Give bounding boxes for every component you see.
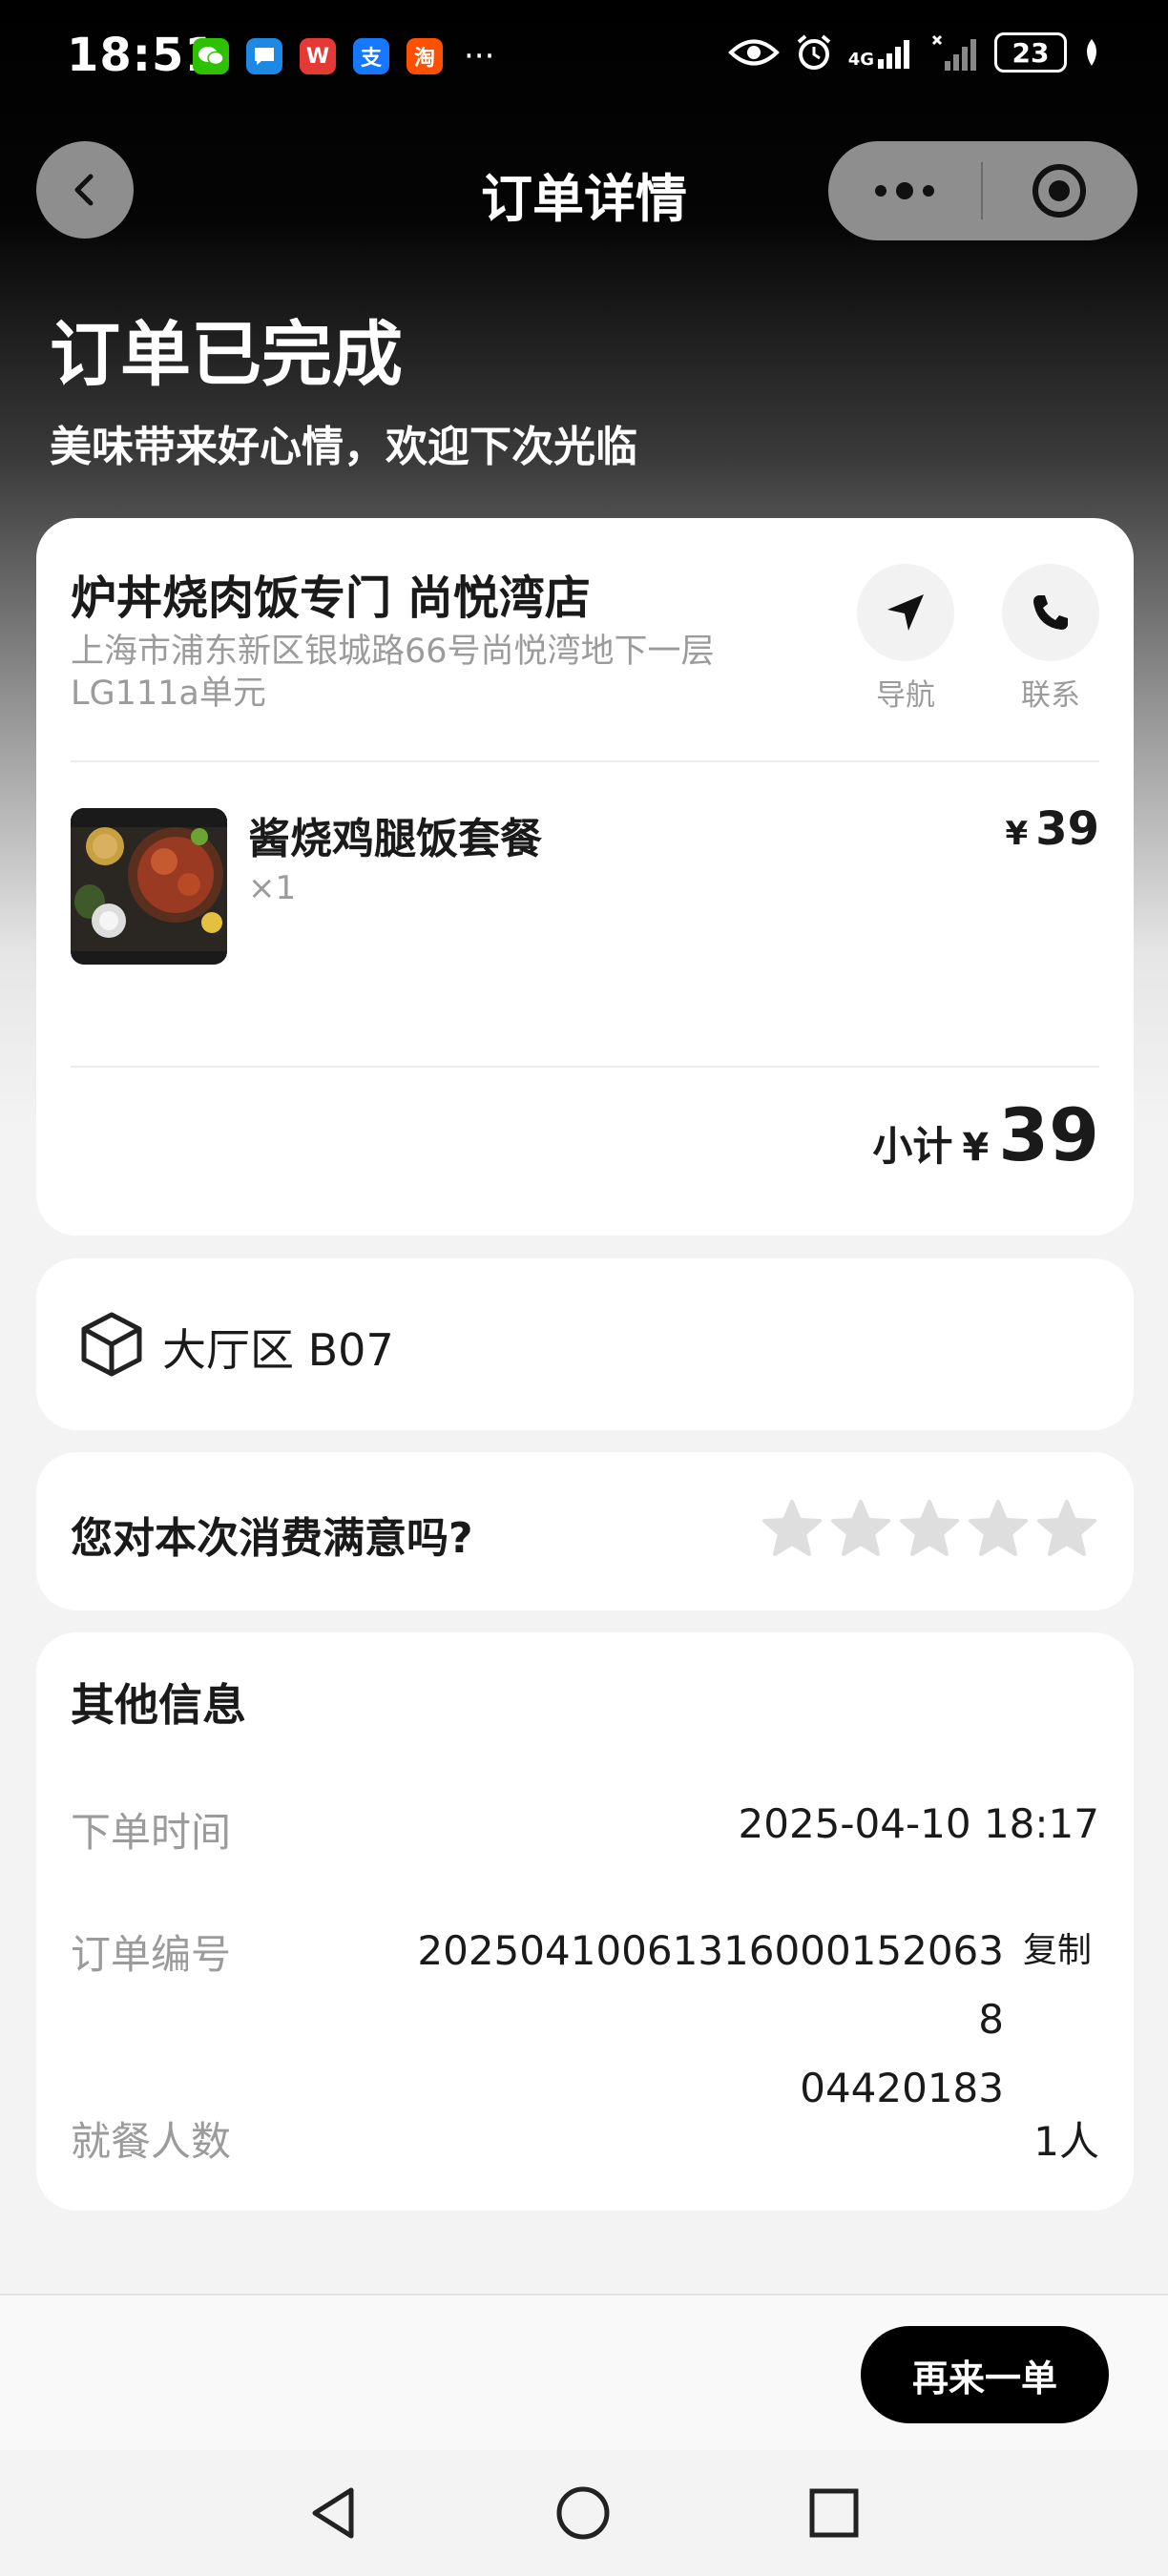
home-circle-icon[interactable] (554, 2484, 612, 2542)
item-quantity: ×1 (248, 869, 297, 907)
item-price-value: 39 (1035, 802, 1099, 856)
order-status-title: 订单已完成 (50, 314, 403, 396)
messages-icon (246, 38, 282, 74)
wechat-icon (193, 38, 229, 74)
order-status-subtitle: 美味带来好心情，欢迎下次光临 (50, 423, 637, 471)
contact-label: 联系 (1021, 678, 1080, 713)
star-icon[interactable] (761, 1498, 823, 1559)
alipay-icon: 支 (353, 38, 389, 74)
item-price-currency: ¥ (1005, 815, 1029, 853)
mini-program-capsule (828, 141, 1137, 240)
order-number-value: 202504100613160001520638 04420183 (417, 1927, 1004, 2111)
order-time-value: 2025-04-10 18:17 (738, 1800, 1099, 1847)
wps-icon: W (300, 38, 336, 74)
order-time-label: 下单时间 (71, 1809, 232, 1856)
recents-square-icon[interactable] (805, 2484, 863, 2542)
diners-value: 1人 (1033, 2118, 1099, 2165)
leaf-icon (1087, 39, 1096, 66)
subtotal-value: 39 (998, 1092, 1099, 1177)
contact-circle (1002, 564, 1099, 661)
subtotal: 小计 ¥ 39 (872, 1092, 1099, 1177)
food-thumbnail (71, 808, 227, 965)
store-name: 炉丼烧肉饭专门 尚悦湾店 (71, 571, 591, 625)
subtotal-label: 小计 (872, 1123, 953, 1170)
item-name: 酱烧鸡腿饭套餐 (248, 815, 542, 863)
other-info-card: 其他信息 下单时间 2025-04-10 18:17 订单编号 20250410… (36, 1632, 1134, 2211)
more-button[interactable] (828, 141, 981, 240)
system-navigation-bar (0, 2450, 1168, 2576)
navigate-button[interactable]: 导航 (857, 564, 954, 714)
order-number-label: 订单编号 (71, 1931, 232, 1978)
star-icon[interactable] (899, 1498, 960, 1559)
network-type: 4G (847, 50, 874, 70)
system-icons: 4G 23 (727, 32, 1101, 73)
close-mini-program-button[interactable] (983, 141, 1136, 240)
bottom-action-bar: 再来一单 (0, 2294, 1168, 2450)
store-address: 上海市浦东新区银城路66号尚悦湾地下一层LG111a单元 (71, 633, 715, 713)
navigate-circle (857, 564, 954, 661)
rating-stars (761, 1498, 1097, 1559)
copy-order-number-button[interactable]: 复制 (1023, 1922, 1092, 1972)
star-icon[interactable] (830, 1498, 891, 1559)
reorder-button[interactable]: 再来一单 (861, 2326, 1109, 2423)
contact-button[interactable]: 联系 (1002, 564, 1099, 714)
notification-icons: W 支 淘 ··· (193, 38, 494, 74)
rating-question: 您对本次消费满意吗? (71, 1514, 473, 1563)
target-icon (1032, 164, 1086, 218)
other-info-title: 其他信息 (71, 1679, 246, 1731)
box-icon (81, 1312, 142, 1377)
eye-icon (727, 39, 780, 66)
item-divider (71, 1066, 1099, 1068)
store-order-card: 炉丼烧肉饭专门 尚悦湾店 上海市浦东新区银城路66号尚悦湾地下一层LG111a单… (36, 518, 1134, 1236)
rating-card: 您对本次消费满意吗? (36, 1452, 1134, 1610)
item-price: ¥39 (1006, 802, 1099, 856)
table-card: 大厅区 B07 (36, 1258, 1134, 1430)
back-triangle-icon[interactable] (305, 2484, 363, 2542)
subtotal-currency: ¥ (962, 1126, 990, 1170)
more-notifications-icon: ··· (464, 37, 495, 75)
battery-indicator: 23 (994, 32, 1067, 73)
navigation-arrow-icon (887, 594, 924, 631)
navigate-label: 导航 (876, 678, 935, 713)
status-bar: 18:51 W 支 淘 ··· 4G 23 (0, 0, 1168, 114)
table-number: 大厅区 B07 (162, 1324, 394, 1376)
diners-label: 就餐人数 (71, 2118, 232, 2165)
store-divider (71, 760, 1099, 762)
star-icon[interactable] (968, 1498, 1029, 1559)
alarm-icon (797, 34, 830, 70)
more-dots-icon (875, 182, 934, 199)
taobao-icon: 淘 (407, 38, 443, 74)
star-icon[interactable] (1036, 1498, 1097, 1559)
signal-2-icon (931, 34, 976, 71)
signal-icon: 4G (848, 36, 916, 69)
phone-icon (1033, 595, 1068, 630)
